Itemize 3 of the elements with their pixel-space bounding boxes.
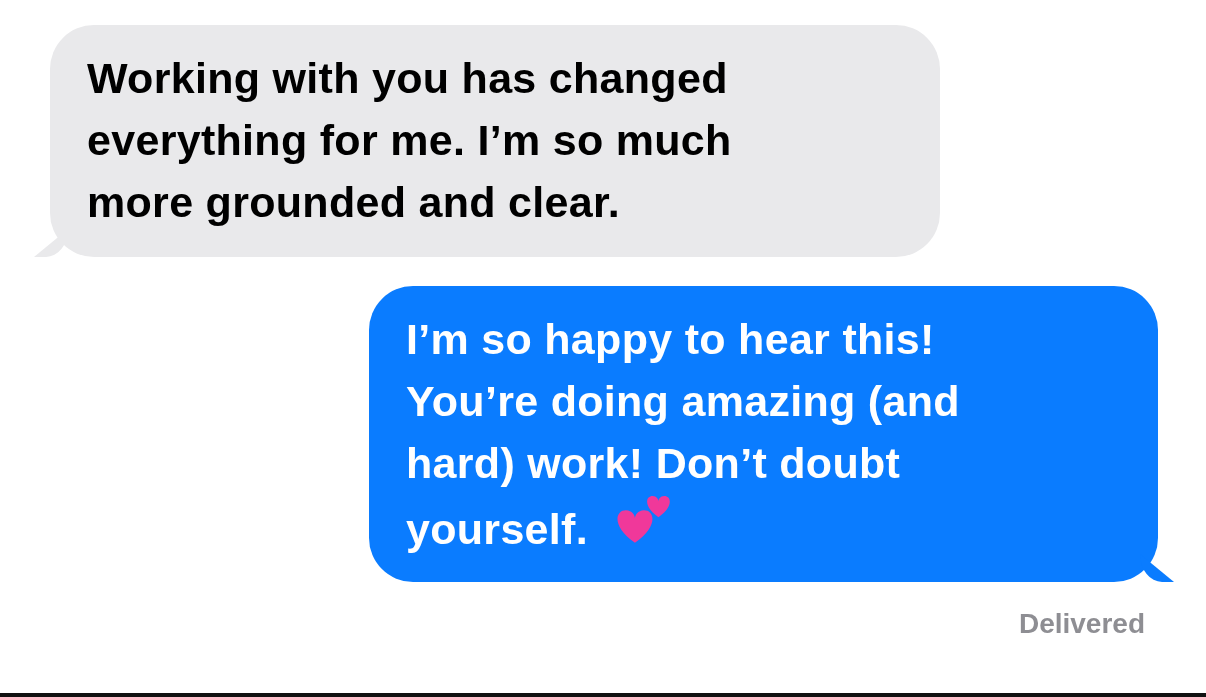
delivery-status: Delivered xyxy=(1018,608,1145,640)
message-text: I’m so happy to hear this! You’re doing amazing (and hard) work! Don’t doubt yourself. xyxy=(406,315,960,553)
message-text: Working with you has changed everything for me. I’m so much more grounded and clear. xyxy=(87,54,732,226)
